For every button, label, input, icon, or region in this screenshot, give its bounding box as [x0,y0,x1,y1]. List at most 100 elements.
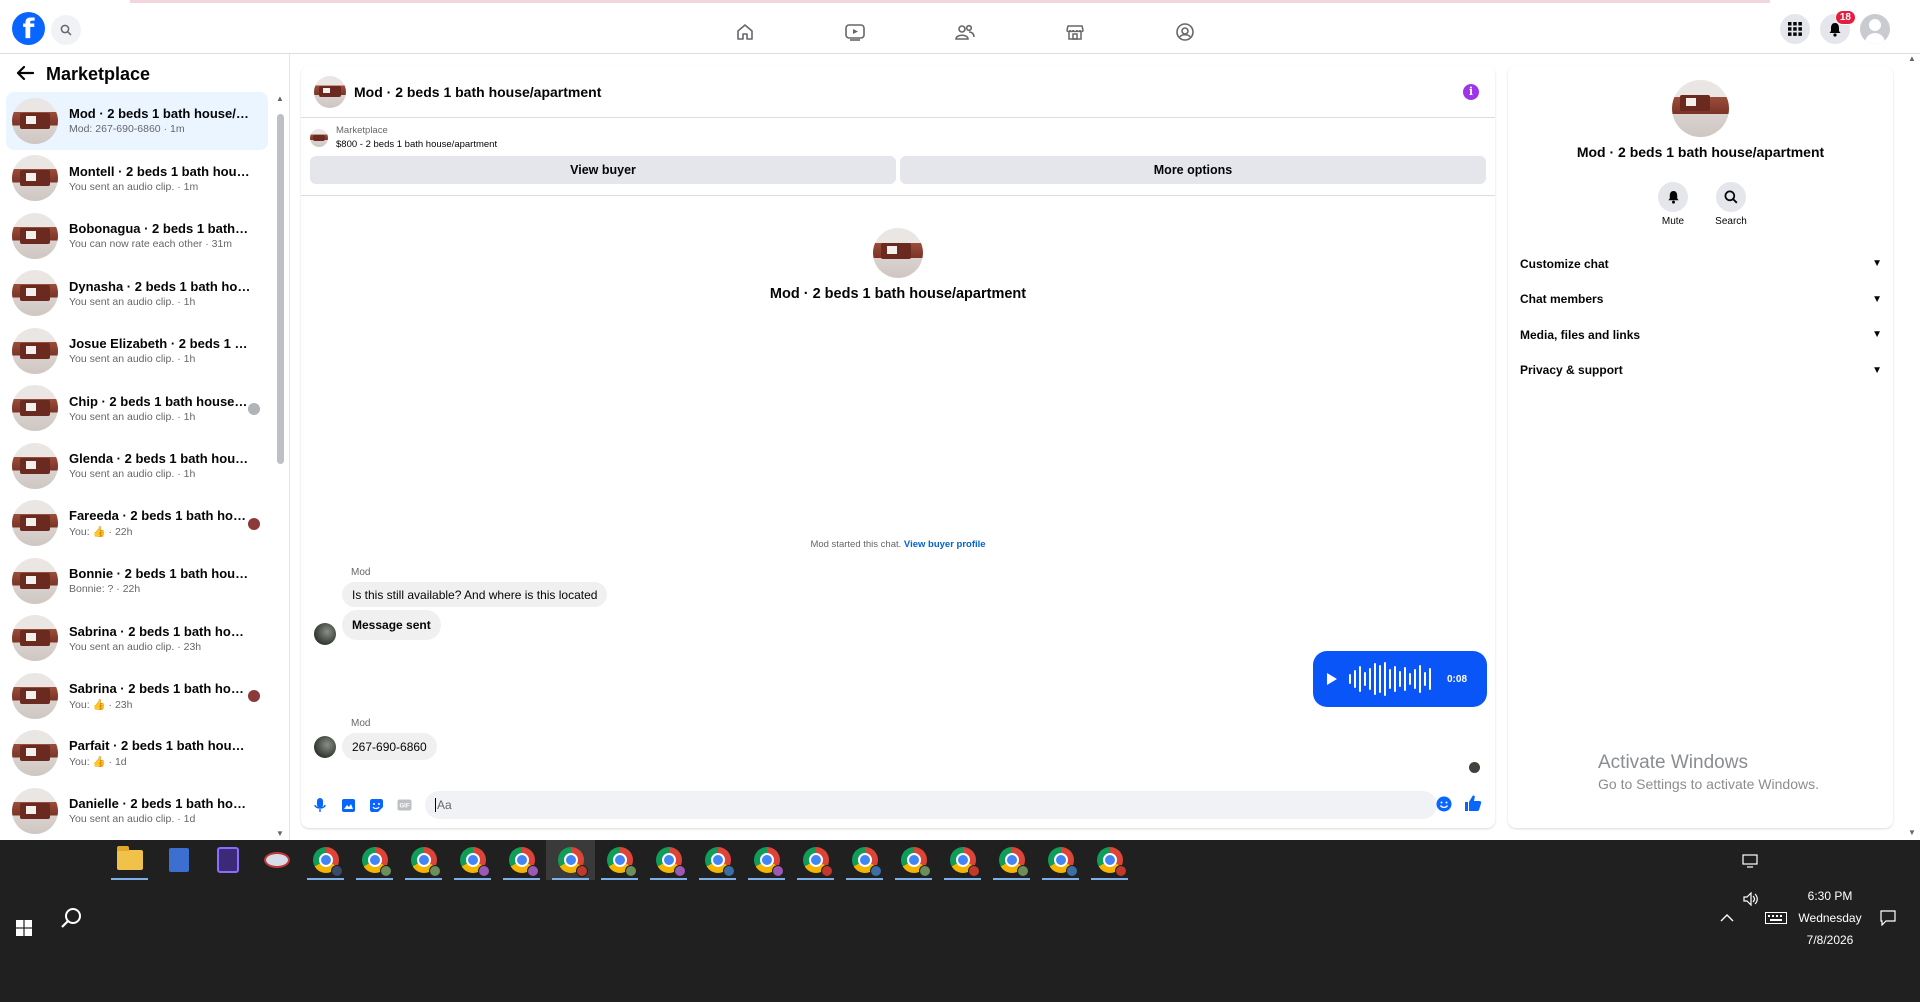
volume-icon[interactable] [1743,891,1759,909]
calculator-icon[interactable] [154,840,203,880]
chrome-icon[interactable] [1085,840,1134,880]
info-icon[interactable]: i [1463,84,1479,100]
chrome-icon[interactable] [791,840,840,880]
file-explorer-icon[interactable] [105,840,154,880]
listing-thumbnail [12,615,58,662]
keyboard-icon[interactable] [1765,912,1787,927]
notifications-bell-icon[interactable]: 18 [1820,10,1856,44]
photo-icon[interactable] [339,796,357,814]
listing-thumbnail[interactable] [310,129,328,147]
chrome-icon[interactable] [987,840,1036,880]
scrollbar-thumb[interactable] [277,114,284,464]
search-button[interactable]: Search [1715,182,1747,227]
conversation-item[interactable]: Parfait · 2 beds 1 bath house/ap... You: … [6,725,268,783]
chrome-icon[interactable] [889,840,938,880]
chrome-icon[interactable] [399,840,448,880]
back-arrow-icon[interactable] [16,61,35,87]
chat-members-item[interactable]: Chat members ▼ [1520,282,1882,318]
scroll-down-icon[interactable]: ▼ [1908,828,1916,837]
conversation-item[interactable]: Dynasha · 2 beds 1 bath house/...You sen… [6,265,268,323]
message-bubble[interactable]: Message sent [342,610,441,640]
menu-grid-icon[interactable] [1780,14,1810,44]
message-bubble[interactable]: 267-690-6860 [342,733,437,760]
scroll-up-icon[interactable]: ▲ [276,94,284,103]
audio-message[interactable]: 0:08 [1313,651,1487,707]
started-text: Mod started this chat. [810,539,902,550]
conversation-item[interactable]: Montell · 2 beds 1 bath house/a...You se… [6,150,268,208]
chrome-icon[interactable] [595,840,644,880]
scroll-down-icon[interactable]: ▼ [276,829,284,838]
chrome-icon[interactable] [301,840,350,880]
view-buyer-button[interactable]: View buyer [310,156,896,184]
chrome-icon[interactable] [448,840,497,880]
gif-icon[interactable]: GIF [395,796,413,814]
chrome-icon[interactable] [1036,840,1085,880]
account-avatar[interactable] [1860,14,1890,44]
app-icon[interactable] [203,840,252,880]
search-label: Search [1715,216,1747,227]
conversation-item[interactable]: Bobonagua · 2 beds 1 bath hou...You can … [6,207,268,265]
conversation-item[interactable]: Josue Elizabeth · 2 beds 1 bath ...You s… [6,322,268,380]
conversation-item[interactable]: Glenda · 2 beds 1 bath house/a...You sen… [6,437,268,495]
groups-icon[interactable] [910,12,1020,52]
watermark-title: Activate Windows [1598,752,1748,773]
conversation-preview: You can now rate each other · 31m [69,238,233,251]
chrome-icon[interactable] [938,840,987,880]
thumbs-up-icon[interactable] [1464,794,1482,817]
gaming-icon[interactable] [1130,12,1240,52]
privacy-support-item[interactable]: Privacy & support ▼ [1520,353,1882,389]
windows-start-icon[interactable] [16,920,32,941]
chat-title[interactable]: Mod · 2 beds 1 bath house/apartment [354,84,601,100]
emoji-icon[interactable] [1436,796,1452,817]
profile-avatar[interactable] [1672,80,1729,137]
marketplace-icon[interactable] [1020,12,1130,52]
customize-chat-item[interactable]: Customize chat ▼ [1520,246,1882,282]
page-scrollbar[interactable]: ▲ ▼ [1904,54,1920,840]
conversation-item[interactable]: Sabrina · 2 beds 1 bath house... You: 👍 ·… [6,667,268,725]
conversation-item[interactable]: Danielle · 2 beds 1 bath house/a...You s… [6,782,268,840]
listing-thumbnail [12,672,58,719]
more-options-button[interactable]: More options [900,156,1486,184]
conversation-item[interactable]: Bonnie · 2 beds 1 bath house/a...Bonnie:… [6,552,268,610]
chat-avatar[interactable] [314,75,346,108]
listing-price-title[interactable]: $800 - 2 beds 1 bath house/apartment [336,138,497,152]
sidebar-scrollbar[interactable]: ▲ ▼ [276,94,285,839]
chrome-icon[interactable] [693,840,742,880]
chrome-icon[interactable] [546,840,595,880]
chrome-icon[interactable] [350,840,399,880]
message-bubble[interactable]: Is this still available? And where is th… [342,582,608,607]
notifications-icon[interactable] [1880,910,1896,929]
chevron-up-icon[interactable] [1720,912,1734,926]
conversation-name: Glenda · 2 beds 1 bath house/a... [69,451,251,467]
seen-avatar [248,517,260,530]
home-icon[interactable] [690,12,800,52]
display-icon[interactable] [1742,854,1758,871]
sender-avatar[interactable] [314,736,336,758]
message-input[interactable]: Aa [425,791,1437,819]
facebook-logo-icon[interactable]: f [12,12,45,45]
taskbar-search-icon[interactable] [60,906,84,935]
app-icon[interactable] [252,840,301,880]
sticker-icon[interactable] [367,796,385,814]
chrome-icon[interactable] [497,840,546,880]
chrome-icon[interactable] [644,840,693,880]
conversation-name: Bobonagua · 2 beds 1 bath hou... [69,221,251,237]
scroll-up-icon[interactable]: ▲ [1908,54,1916,63]
video-icon[interactable] [800,12,910,52]
conversation-preview: You: 👍 · 22h [69,526,133,539]
play-icon[interactable] [1327,673,1337,685]
system-clock[interactable]: 6:30 PM Wednesday 7/8/2026 [1785,885,1875,951]
sender-avatar[interactable] [314,623,336,645]
conversation-item[interactable]: Chip · 2 beds 1 bath house/ap... You sent… [6,380,268,438]
intro-avatar [873,228,923,278]
conversation-item[interactable]: Fareeda · 2 beds 1 bath house... You: 👍 ·… [6,495,268,553]
view-buyer-profile-link[interactable]: View buyer profile [904,539,986,550]
search-icon[interactable] [51,15,81,45]
microphone-icon[interactable] [311,796,329,814]
chrome-icon[interactable] [742,840,791,880]
mute-button[interactable]: Mute [1658,182,1688,227]
media-files-links-item[interactable]: Media, files and links ▼ [1520,317,1882,353]
conversation-item[interactable]: Mod · 2 beds 1 bath house/apar...Mod: 26… [6,92,268,150]
conversation-item[interactable]: Sabrina · 2 beds 1 bath house/a...You se… [6,610,268,668]
chrome-icon[interactable] [840,840,889,880]
